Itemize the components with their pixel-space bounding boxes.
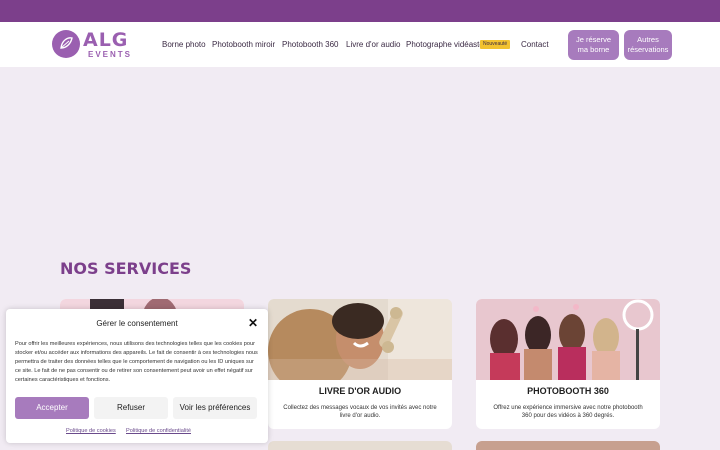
section-title: NOS SERVICES — [60, 259, 192, 278]
close-icon[interactable]: ✕ — [246, 316, 260, 330]
nav-photographe-videaste[interactable]: Photographe vidéaste — [406, 40, 484, 50]
logo[interactable]: ALG EVENTS — [52, 28, 132, 62]
nav-contact[interactable]: Contact — [521, 40, 549, 50]
service-card-partial — [268, 441, 452, 450]
consent-title: Gérer le consentement — [96, 319, 178, 328]
service-image — [476, 299, 660, 380]
nav-borne-photo[interactable]: Borne photo — [162, 40, 206, 50]
consent-text: Pour offrir les meilleures expériences, … — [15, 341, 258, 383]
logo-icon — [52, 30, 80, 58]
nav-photobooth-miroir[interactable]: Photobooth miroir — [212, 40, 275, 50]
site-header: ALG EVENTS Borne photo Photobooth miroir… — [0, 22, 720, 67]
service-card-photobooth-360[interactable]: PHOTOBOOTH 360 Offrez une expérience imm… — [476, 299, 660, 429]
cookie-policy-link[interactable]: Politique de cookies — [66, 428, 116, 434]
refuse-button[interactable]: Refuser — [94, 397, 168, 419]
other-reservations-button[interactable]: Autres réservations — [624, 30, 672, 60]
service-card-livre-dor[interactable]: LIVRE D'OR AUDIO Collectez des messages … — [268, 299, 452, 429]
service-description: Offrez une expérience immersive avec not… — [493, 405, 643, 419]
privacy-policy-link[interactable]: Politique de confidentialité — [126, 428, 191, 434]
top-bar — [0, 0, 720, 22]
nav-photobooth-360[interactable]: Photobooth 360 — [282, 40, 339, 50]
new-badge: Nouveauté — [480, 40, 511, 49]
logo-subtext: EVENTS — [88, 50, 133, 59]
service-description: Collectez des messages vocaux de vos inv… — [283, 405, 437, 419]
service-card-partial — [476, 441, 660, 450]
service-title: PHOTOBOOTH 360 — [527, 386, 609, 396]
cookie-consent-dialog: Gérer le consentement ✕ Pour offrir les … — [6, 309, 268, 443]
accept-button[interactable]: Accepter — [15, 397, 89, 419]
logo-text: ALG — [83, 29, 129, 51]
service-image — [268, 299, 452, 380]
service-title: LIVRE D'OR AUDIO — [318, 386, 402, 396]
preferences-button[interactable]: Voir les préférences — [173, 397, 257, 419]
nav-livre-dor-audio[interactable]: Livre d'or audio — [346, 40, 400, 50]
reserve-button[interactable]: Je réserve ma borne — [568, 30, 619, 60]
